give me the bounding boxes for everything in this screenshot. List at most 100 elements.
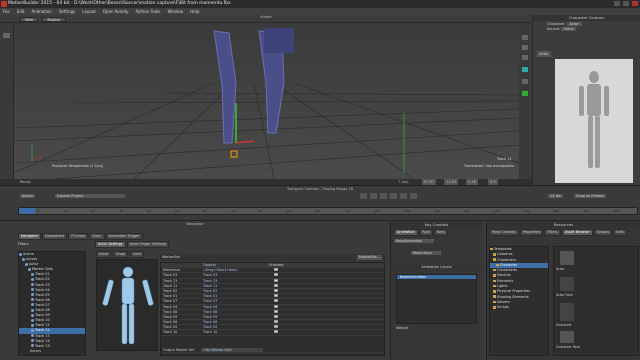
scale-icon[interactable] [522, 55, 528, 60]
view-button[interactable]: View [20, 16, 38, 22]
menu-python-tools[interactable]: Python Tools [136, 8, 161, 15]
oriented-checkbox[interactable] [274, 268, 278, 272]
goto-start-icon[interactable] [360, 193, 367, 199]
camera-label: Producer Perspective (1:1(e)) [52, 164, 104, 168]
tab-asset-browser[interactable]: Asset Browser [561, 229, 593, 236]
oriented-checkbox[interactable] [274, 314, 278, 318]
tab-actor-settings[interactable]: Actor Settings [95, 241, 126, 248]
animation-layers-list: BaseAnimation [396, 274, 477, 324]
mode-select[interactable]: Action [20, 194, 35, 198]
lock-icon[interactable] [522, 91, 528, 96]
menu-settings[interactable]: Settings [59, 8, 75, 15]
character-controls-panel: Character Controls Character: Actor Sour… [532, 15, 640, 185]
actor-graph[interactable] [96, 259, 158, 351]
snap-select[interactable]: Snap on Frames [574, 194, 607, 198]
resources-panel: Resources Pose Controls Properties Filte… [486, 222, 640, 360]
filters-label[interactable]: Filters [18, 242, 29, 246]
timeline-cursor[interactable] [19, 208, 35, 214]
tab-actor-finger-settings[interactable]: Actor Finger Settings [126, 241, 170, 248]
keying-icon[interactable] [522, 79, 528, 84]
move-keys-select[interactable]: Move Keys [411, 251, 441, 255]
tab-story[interactable]: Story [89, 233, 105, 240]
tool-icon[interactable] [3, 33, 10, 38]
menu-window[interactable]: Window [168, 8, 184, 15]
tab-filters[interactable]: Filters [544, 229, 561, 236]
actor-face-thumb-icon[interactable] [560, 277, 574, 291]
stop-icon[interactable] [390, 193, 397, 199]
asset-folder[interactable]: Scripts [490, 305, 548, 310]
character-thumb-icon[interactable] [560, 303, 574, 321]
title-bar: MotionBuilder 2015 - 64 bit - D:\Work\Ot… [0, 0, 640, 8]
tab-graph-lock[interactable]: Lock [130, 251, 145, 258]
oriented-checkbox[interactable] [274, 273, 278, 277]
output-marker-label: Output Marker Set [163, 347, 195, 352]
resources-tabs: Pose Controls Properties Filters Asset B… [487, 228, 640, 237]
tab-fcurves[interactable]: FCurves [68, 233, 89, 240]
column-header: Objects [203, 263, 216, 267]
table-row[interactable]: Track 10 Track 10 [161, 330, 384, 336]
oriented-checkbox[interactable] [274, 283, 278, 287]
tab-keys[interactable]: Keys [433, 229, 449, 236]
source-select[interactable]: None [561, 27, 577, 31]
timeline-slider[interactable]: 0 10 20 30 40 50 60 70 80 90 100 110 120 130 140 150 160… [18, 207, 638, 215]
tab-animation-trigger[interactable]: Animation Trigger [105, 233, 143, 240]
3d-viewport[interactable]: Producer Perspective (1:1(e)) Track 12 T… [14, 23, 519, 179]
marker-set-header: MarkerSet MarkerSet... [160, 254, 385, 261]
menu-layout[interactable]: Layout [82, 8, 96, 15]
menu-open-reality[interactable]: Open Reality [103, 8, 129, 15]
snap-icon[interactable] [522, 67, 528, 72]
next-key-icon[interactable] [400, 193, 407, 199]
oriented-checkbox[interactable] [274, 330, 278, 334]
actors-label: Actors [30, 349, 42, 353]
actor-thumb-icon[interactable] [560, 251, 574, 265]
oriented-checkbox[interactable] [274, 325, 278, 329]
oriented-checkbox[interactable] [274, 278, 278, 282]
take-select[interactable]: Explore Project [55, 194, 125, 198]
character-select[interactable]: Actor [566, 22, 582, 26]
oriented-checkbox[interactable] [274, 288, 278, 292]
weight-label: Weight [396, 326, 409, 330]
oriented-checkbox[interactable] [274, 294, 278, 298]
manipulator-label: Translation: Use manipulator [464, 164, 515, 168]
tab-navigator[interactable]: Navigator [18, 233, 42, 240]
character-label: Character: [547, 22, 566, 26]
menu-animation[interactable]: Animation [31, 8, 51, 15]
display-button[interactable]: Display [42, 16, 66, 22]
tab-groups[interactable]: Groups [593, 229, 613, 236]
layer-item[interactable]: BaseAnimation [397, 275, 476, 279]
oriented-checkbox[interactable] [274, 320, 278, 324]
character-face-thumb-icon[interactable] [560, 331, 574, 343]
viewport-scene [14, 28, 519, 179]
menu-file[interactable]: File [3, 8, 10, 15]
menu-help[interactable]: Help [190, 8, 199, 15]
character-preview[interactable] [555, 59, 633, 183]
tab-properties[interactable]: Properties [519, 229, 544, 236]
oriented-checkbox[interactable] [274, 304, 278, 308]
tab-graph-actor[interactable]: Actor [96, 251, 112, 258]
maximize-icon[interactable] [623, 1, 629, 6]
key-controls-tabs: Animation Type Keys [391, 228, 482, 237]
tab-actor[interactable]: Actor [537, 51, 551, 57]
menu-edit[interactable]: Edit [17, 8, 25, 15]
tab-graph-snap[interactable]: Snap [113, 251, 129, 258]
oriented-checkbox[interactable] [274, 299, 278, 303]
tree-item[interactable]: Track 15 [19, 344, 85, 349]
tab-sets[interactable]: Sets [613, 229, 627, 236]
play-icon[interactable] [380, 193, 387, 199]
layer-select[interactable]: BaseAnimation [394, 239, 434, 243]
prev-key-icon[interactable] [370, 193, 377, 199]
rotate-icon[interactable] [522, 45, 528, 50]
output-marker-select[interactable]: <No Marker Set> [201, 347, 263, 352]
tab-dopesheet[interactable]: Dopesheet [42, 233, 68, 240]
fps-select[interactable]: 24 fps [548, 194, 563, 198]
tab-pose-controls[interactable]: Pose Controls [489, 229, 519, 236]
translate-icon[interactable] [522, 35, 528, 40]
asset-thumbnails: Actor Actor Face Character Character Fac… [553, 246, 639, 356]
oriented-checkbox[interactable] [274, 309, 278, 313]
goto-end-icon[interactable] [410, 193, 417, 199]
minimize-icon[interactable] [614, 1, 620, 6]
marker-set-button[interactable]: MarkerSet... [356, 255, 382, 260]
tab-animation[interactable]: Animation [394, 229, 418, 236]
close-icon[interactable] [632, 1, 638, 6]
tab-type[interactable]: Type [418, 229, 433, 236]
